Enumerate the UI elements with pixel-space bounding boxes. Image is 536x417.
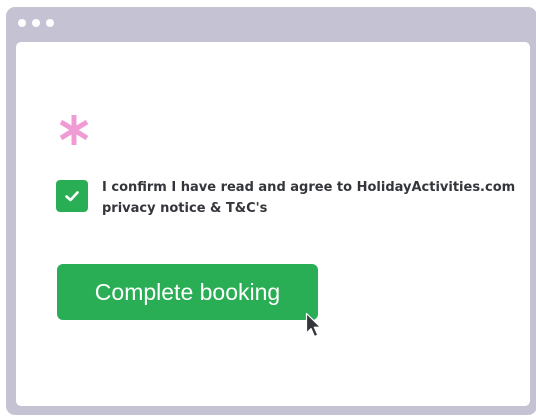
window-titlebar bbox=[6, 7, 536, 41]
consent-checkbox[interactable] bbox=[56, 180, 88, 212]
consent-label: I confirm I have read and agree to Holid… bbox=[102, 177, 516, 219]
window-control-dot-3[interactable] bbox=[46, 19, 54, 27]
consent-label-line-2: privacy notice & T&C's bbox=[102, 201, 268, 216]
complete-booking-button[interactable]: Complete booking bbox=[57, 264, 318, 320]
window-control-dot-1[interactable] bbox=[18, 19, 26, 27]
mouse-cursor-icon bbox=[305, 312, 322, 338]
asterisk-icon bbox=[59, 115, 89, 145]
page-content bbox=[16, 42, 530, 406]
window-control-dot-2[interactable] bbox=[32, 19, 40, 27]
consent-label-line-1: I confirm I have read and agree to Holid… bbox=[102, 180, 516, 195]
checkmark-icon bbox=[65, 191, 79, 202]
